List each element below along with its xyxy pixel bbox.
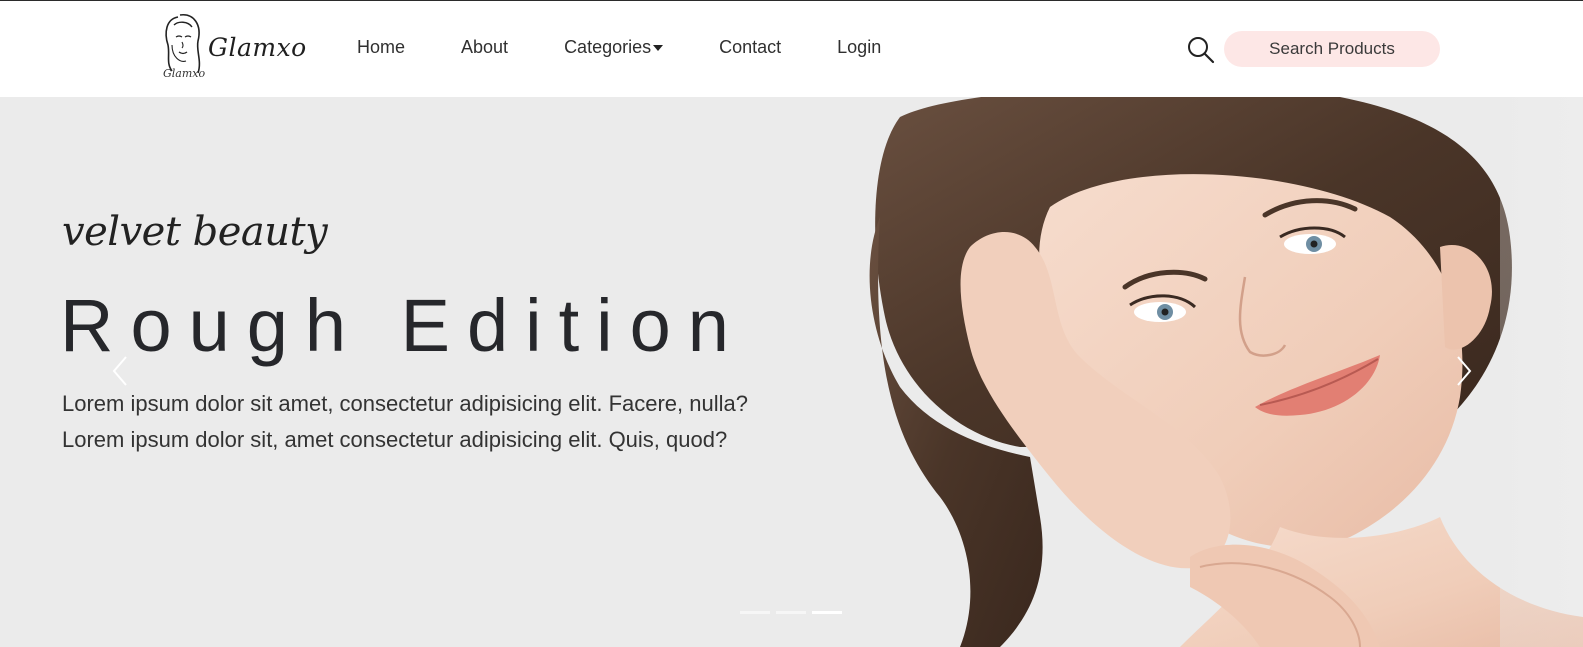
main-nav: Home About Categories Contact Login: [357, 37, 881, 58]
brand-sub-mark: Glamxo: [163, 67, 206, 80]
caret-down-icon: [653, 45, 664, 51]
hero-kicker: velvet beauty: [62, 209, 328, 255]
search-icon[interactable]: [1186, 35, 1216, 65]
nav-contact-link[interactable]: Contact: [719, 37, 781, 58]
nav-home-link[interactable]: Home: [357, 37, 405, 58]
brand-logo[interactable]: Glamxo Glamxo: [158, 11, 306, 89]
carousel-prev-button[interactable]: [108, 353, 132, 389]
carousel-indicator[interactable]: [776, 611, 806, 614]
hero-description: Lorem ipsum dolor sit amet, consectetur …: [62, 386, 822, 458]
nav-categories-label: Categories: [564, 37, 652, 57]
nav-about-link[interactable]: About: [461, 37, 508, 58]
navbar: Glamxo Glamxo Home About Categories Cont…: [0, 1, 1583, 97]
hero-model-image: [869, 97, 1583, 647]
nav-categories-dropdown[interactable]: Categories: [564, 37, 664, 58]
carousel-indicator[interactable]: [740, 611, 770, 614]
hero-title: Rough Edition: [60, 284, 746, 367]
search-products-button[interactable]: Search Products: [1224, 31, 1440, 67]
hero-description-line: Lorem ipsum dolor sit, amet consectetur …: [62, 427, 728, 452]
carousel-indicator-active[interactable]: [812, 611, 842, 614]
hero-carousel: velvet beauty Rough Edition Lorem ipsum …: [0, 97, 1583, 647]
chevron-right-icon: [1457, 356, 1472, 386]
chevron-left-icon: [112, 356, 127, 386]
carousel-next-button[interactable]: [1452, 353, 1476, 389]
hero-description-line: Lorem ipsum dolor sit amet, consectetur …: [62, 391, 748, 416]
brand-wordmark: Glamxo: [208, 33, 307, 62]
carousel-indicators: [740, 611, 848, 614]
nav-login-link[interactable]: Login: [837, 37, 881, 58]
